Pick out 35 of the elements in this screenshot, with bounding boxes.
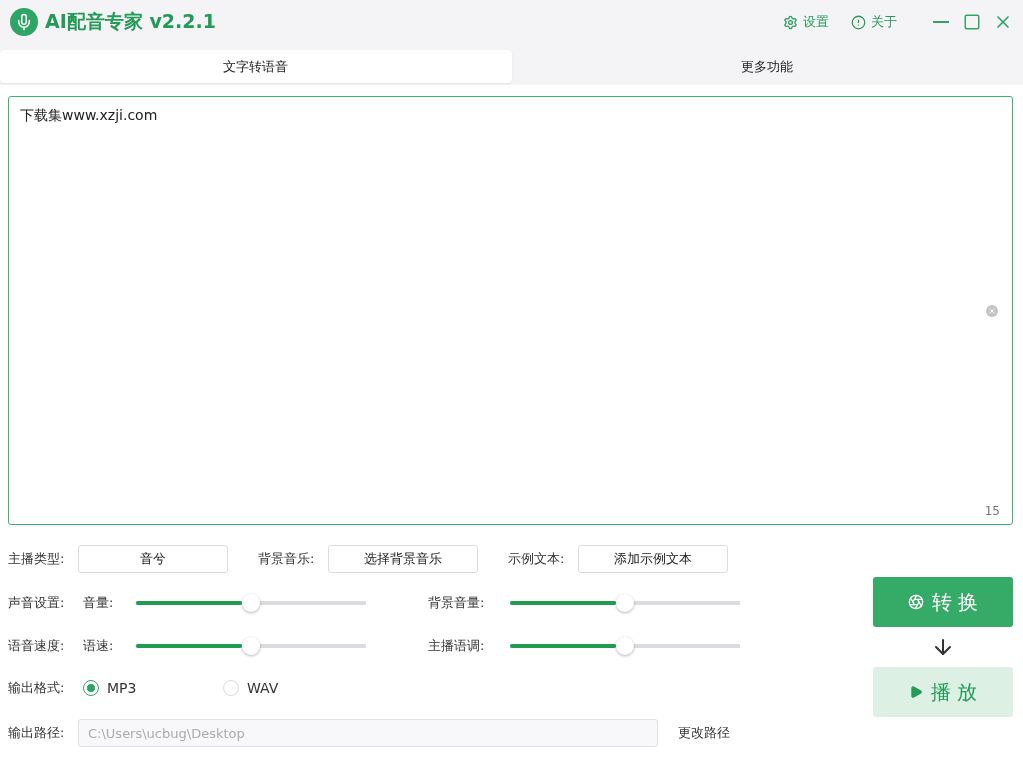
slider-thumb[interactable]	[616, 637, 634, 655]
clear-icon[interactable]	[986, 305, 998, 317]
character-count: 15	[984, 504, 1000, 518]
slider-label: 主播语调:	[428, 637, 486, 655]
maximize-icon	[963, 13, 981, 31]
picker-button[interactable]: 选择背景音乐	[328, 545, 478, 573]
setting-label: 声音设置:	[8, 594, 66, 612]
slider-thumb[interactable]	[242, 637, 260, 655]
format-label: 输出格式:	[8, 679, 66, 697]
format-radio[interactable]: WAV	[223, 680, 363, 696]
picker-label: 主播类型:	[8, 550, 66, 568]
picker-button[interactable]: 添加示例文本	[578, 545, 728, 573]
settings-icon	[783, 14, 798, 30]
slider-label: 语速:	[83, 637, 115, 655]
window-title: AI配音专家 v2.2.1	[45, 9, 217, 34]
format-radio[interactable]: MP3	[83, 680, 223, 696]
picker-label: 背景音乐:	[258, 550, 316, 568]
path-label: 输出路径:	[8, 724, 66, 742]
picker-button[interactable]: 音兮	[78, 545, 228, 573]
slider-thumb[interactable]	[242, 594, 260, 612]
minimize-icon	[933, 21, 949, 23]
setting-label: 语音速度:	[8, 637, 66, 655]
slider-label: 背景音量:	[428, 594, 486, 612]
play-icon	[908, 685, 923, 699]
maximize-button[interactable]	[963, 13, 981, 31]
picker-label: 示例文本:	[508, 550, 566, 568]
change-path-link[interactable]: 更改路径	[678, 724, 730, 742]
slider-thumb[interactable]	[616, 594, 634, 612]
slider-label: 音量:	[83, 594, 115, 612]
tab[interactable]: 更多功能	[511, 50, 1023, 83]
info-icon	[851, 14, 866, 30]
aperture-icon	[907, 594, 924, 610]
tab[interactable]: 文字转语音	[0, 50, 512, 83]
text-editor[interactable]: 下载集www.xzji.com 15	[8, 96, 1013, 525]
microphone-logo-icon	[10, 8, 38, 36]
